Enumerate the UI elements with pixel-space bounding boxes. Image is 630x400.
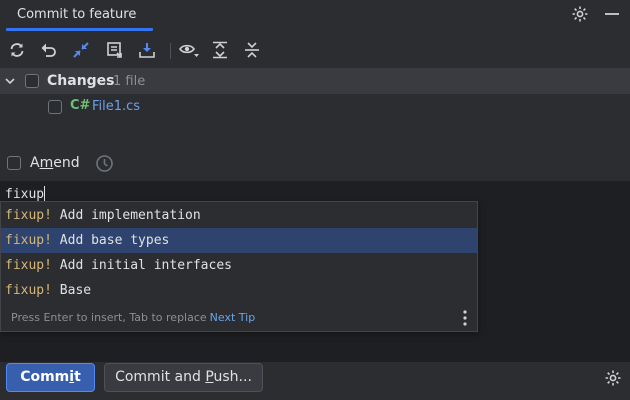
tab-commit-to-feature[interactable]: Commit to feature (17, 7, 136, 22)
file-checkbox[interactable] (48, 100, 62, 114)
collapse-all-icon[interactable] (243, 41, 261, 59)
amend-label[interactable]: Amend (30, 155, 80, 171)
history-clock-icon[interactable] (95, 154, 114, 177)
gear-icon[interactable] (571, 5, 589, 27)
changes-count: 1 file (113, 74, 146, 89)
completion-item-selected[interactable]: fixup! Add base types (1, 228, 477, 253)
toolbar-separator (170, 43, 171, 59)
commit-message-text: fixup (5, 187, 45, 202)
completion-item[interactable]: fixup! Add initial interfaces (1, 253, 477, 278)
completion-item[interactable]: fixup! Add implementation (1, 203, 477, 228)
file-row[interactable]: C# File1.cs (0, 96, 630, 118)
eye-icon[interactable] (179, 41, 199, 59)
commit-button[interactable]: Commit (6, 363, 95, 392)
changes-checkbox[interactable] (25, 74, 39, 88)
completion-popup: fixup! Add implementation fixup! Add bas… (0, 201, 478, 332)
completion-footer: Press Enter to insert, Tab to replace Nex… (11, 311, 255, 324)
amend-row: Amend (0, 151, 630, 175)
next-tip-link[interactable]: Next Tip (210, 311, 256, 324)
active-tab-indicator (6, 28, 153, 31)
commit-options-gear-icon[interactable] (604, 369, 622, 391)
commit-toolbar (0, 33, 630, 67)
file-name[interactable]: File1.cs (92, 99, 140, 114)
chevron-down-icon[interactable] (4, 75, 16, 91)
changes-label: Changes (47, 73, 115, 89)
amend-checkbox[interactable] (7, 156, 21, 170)
text-caret (44, 186, 46, 201)
download-icon[interactable] (138, 41, 156, 59)
rollback-icon[interactable] (40, 41, 58, 59)
completion-hint: Press Enter to insert, Tab to replace (11, 311, 207, 324)
title-bar: Commit to feature (0, 0, 630, 31)
shelve-icon[interactable] (106, 41, 124, 59)
commit-and-push-button[interactable]: Commit and Push... (104, 363, 263, 392)
refresh-icon[interactable] (8, 41, 26, 59)
minimize-icon[interactable] (603, 5, 621, 27)
csharp-file-icon: C# (70, 98, 91, 113)
expand-all-icon[interactable] (211, 41, 229, 59)
merge-arrows-icon[interactable] (72, 41, 90, 59)
more-options-icon[interactable] (463, 310, 467, 330)
changes-group-row[interactable]: Changes 1 file (0, 68, 630, 94)
completion-item[interactable]: fixup! Base (1, 278, 477, 303)
